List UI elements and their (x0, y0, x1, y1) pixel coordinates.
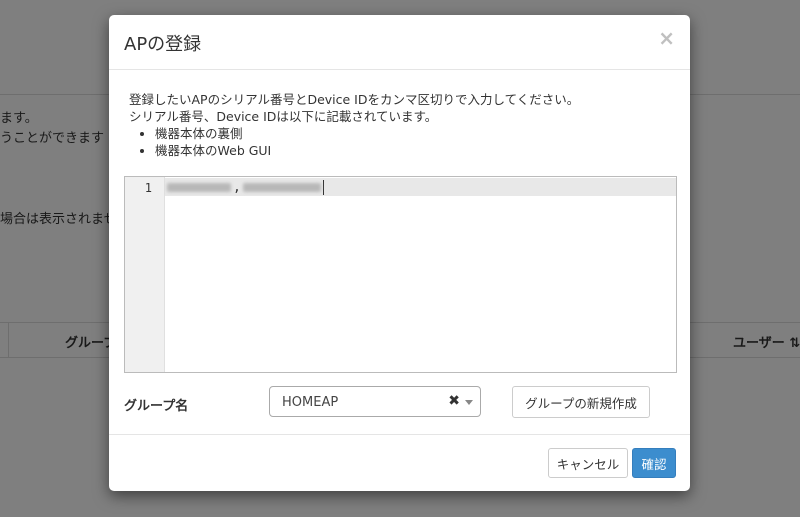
clear-icon[interactable]: ✖ (448, 393, 460, 409)
group-name-label: グループ名 (124, 399, 189, 414)
register-ap-modal: APの登録 × 登録したいAPのシリアル番号とDevice IDをカンマ区切りで… (109, 15, 690, 491)
instructions: 登録したいAPのシリアル番号とDevice IDをカンマ区切りで入力してください… (129, 91, 579, 159)
modal-footer-divider (109, 434, 690, 435)
close-icon[interactable]: × (658, 28, 675, 48)
serial-code-editor[interactable]: 1 , (124, 176, 677, 373)
instructions-list: 機器本体の裏側 機器本体のWeb GUI (129, 125, 579, 159)
text-cursor (322, 179, 324, 195)
instructions-bullet-2: 機器本体のWeb GUI (155, 142, 579, 159)
comma-separator: , (233, 179, 241, 195)
instructions-line-2: シリアル番号、Device IDは以下に記載されています。 (129, 109, 438, 124)
group-select[interactable]: HOMEAP ✖ (269, 386, 481, 417)
cancel-button[interactable]: キャンセル (548, 448, 628, 478)
modal-title: APの登録 (124, 34, 202, 55)
redacted-device-id (242, 182, 321, 192)
create-group-button[interactable]: グループの新規作成 (512, 386, 650, 418)
redacted-serial-number (167, 182, 231, 192)
group-select-value: HOMEAP (282, 395, 339, 410)
instructions-line-1: 登録したいAPのシリアル番号とDevice IDをカンマ区切りで入力してください… (129, 92, 580, 107)
chevron-down-icon[interactable] (465, 400, 473, 405)
line-number: 1 (144, 181, 152, 195)
instructions-bullet-1: 機器本体の裏側 (155, 125, 579, 142)
confirm-button[interactable]: 確認 (632, 448, 676, 478)
modal-header: APの登録 × (109, 15, 690, 70)
editor-gutter: 1 (125, 177, 165, 372)
editor-line[interactable]: , (167, 179, 324, 195)
